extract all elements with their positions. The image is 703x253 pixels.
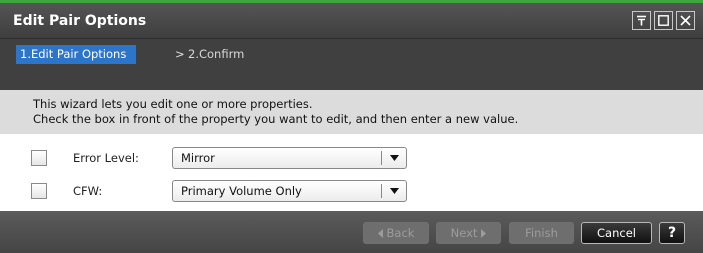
error-level-row: Error Level: Mirror bbox=[31, 147, 407, 169]
properties-form: Error Level: Mirror CFW: Primary Volume … bbox=[0, 134, 703, 211]
next-label: Next bbox=[450, 226, 478, 240]
back-label: Back bbox=[386, 226, 415, 240]
error-level-label: Error Level: bbox=[73, 151, 139, 165]
next-button[interactable]: Next bbox=[436, 222, 501, 244]
step-edit-pair-options: 1.Edit Pair Options bbox=[16, 45, 137, 64]
help-icon: ? bbox=[667, 225, 677, 241]
pin-icon[interactable] bbox=[632, 11, 651, 30]
error-level-select[interactable]: Mirror bbox=[172, 147, 407, 169]
wizard-description: This wizard lets you edit one or more pr… bbox=[0, 90, 703, 134]
window-controls bbox=[632, 11, 695, 30]
cancel-label: Cancel bbox=[597, 226, 636, 240]
step-confirm: 2.Confirm bbox=[188, 47, 245, 61]
finish-label: Finish bbox=[525, 226, 558, 240]
step-separator: > bbox=[175, 47, 185, 61]
chevron-left-icon bbox=[377, 228, 383, 238]
description-line-2: Check the box in front of the property y… bbox=[33, 112, 519, 126]
description-line-1: This wizard lets you edit one or more pr… bbox=[33, 97, 313, 111]
title-bar[interactable]: Edit Pair Options bbox=[0, 3, 703, 38]
error-level-value: Mirror bbox=[181, 151, 215, 165]
close-icon[interactable] bbox=[676, 11, 695, 30]
chevron-right-icon bbox=[481, 228, 487, 238]
cancel-button[interactable]: Cancel bbox=[581, 222, 652, 244]
cfw-row: CFW: Primary Volume Only bbox=[31, 180, 407, 202]
wizard-steps: 1.Edit Pair Options > 2.Confirm bbox=[0, 38, 703, 90]
cfw-label: CFW: bbox=[73, 184, 103, 198]
chevron-down-icon[interactable] bbox=[382, 188, 406, 194]
edit-pair-options-dialog: Edit Pair Options 1.Edit Pair Options > … bbox=[0, 0, 703, 253]
dialog-footer: Back Next Finish Cancel ? bbox=[0, 211, 703, 253]
back-button[interactable]: Back bbox=[363, 222, 429, 244]
cfw-select[interactable]: Primary Volume Only bbox=[172, 180, 407, 202]
cfw-value: Primary Volume Only bbox=[181, 184, 302, 198]
error-level-checkbox[interactable] bbox=[31, 150, 47, 166]
help-button[interactable]: ? bbox=[659, 222, 685, 244]
chevron-down-icon[interactable] bbox=[382, 155, 406, 161]
finish-button[interactable]: Finish bbox=[509, 222, 574, 244]
cfw-checkbox[interactable] bbox=[31, 183, 47, 199]
dialog-title: Edit Pair Options bbox=[13, 12, 147, 29]
maximize-icon[interactable] bbox=[654, 11, 673, 30]
